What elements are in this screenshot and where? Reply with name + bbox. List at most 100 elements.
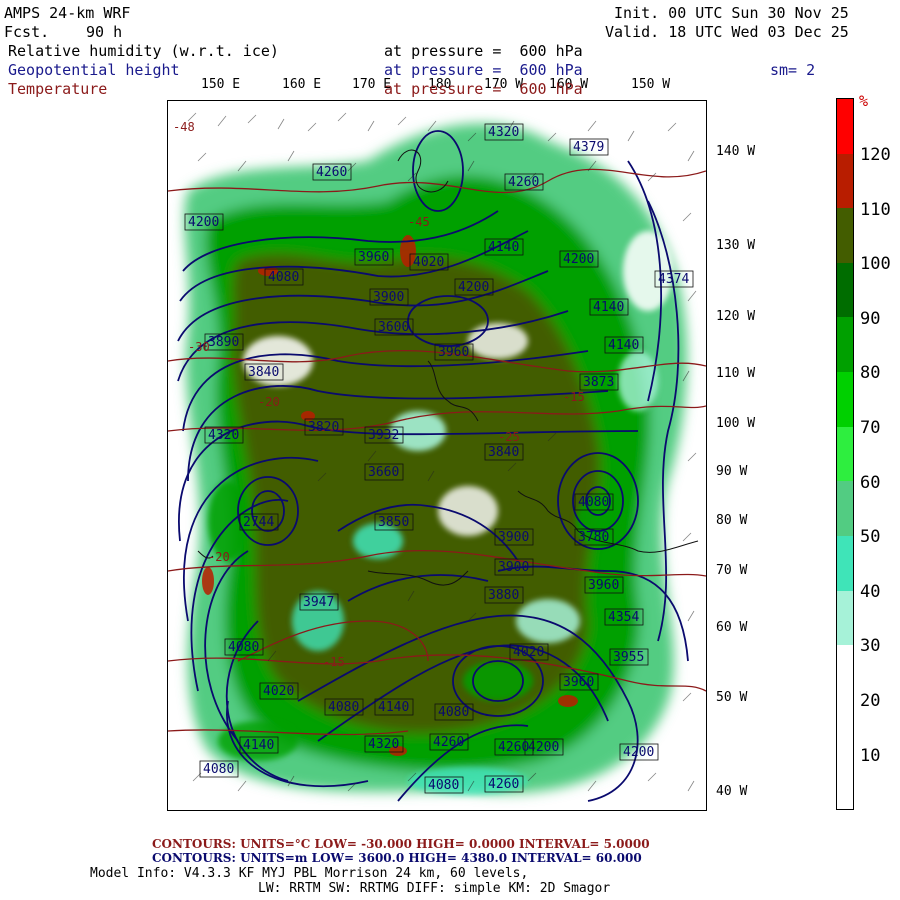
lat-label: 60 W bbox=[716, 620, 748, 635]
lat-label: 70 W bbox=[716, 563, 748, 578]
lat-label: 40 W bbox=[716, 784, 748, 799]
height-label: 4320 bbox=[208, 428, 239, 443]
height-label: 2744 bbox=[243, 515, 274, 530]
field-temp-name: Temperature bbox=[8, 80, 108, 98]
temperature-label: -15 bbox=[563, 390, 585, 404]
height-label: 3960 bbox=[438, 345, 469, 360]
colorbar-tick-label: 120 bbox=[860, 145, 891, 165]
field-temp-level: at pressure = 600 hPa bbox=[384, 80, 583, 98]
height-label: 4140 bbox=[243, 738, 274, 753]
colorbar-unit: % bbox=[859, 92, 869, 110]
height-label: 3873 bbox=[583, 375, 614, 390]
lat-label: 50 W bbox=[716, 690, 748, 705]
temperature-label: -48 bbox=[173, 120, 195, 134]
colorbar-tick-label: 100 bbox=[860, 254, 891, 275]
height-label: 4374 bbox=[658, 272, 689, 287]
model-title: AMPS 24-km WRF bbox=[4, 4, 131, 22]
height-label: 3932 bbox=[368, 428, 399, 443]
lon-label: 160 E bbox=[282, 77, 322, 92]
forecast-label: Fcst. bbox=[4, 23, 50, 41]
height-label: 4080 bbox=[268, 270, 299, 285]
temperature-label: -45 bbox=[408, 215, 430, 229]
colorbar bbox=[836, 98, 854, 810]
height-label: 4260 bbox=[488, 777, 519, 792]
height-label: 3890 bbox=[208, 335, 239, 350]
lon-label: 150 W bbox=[631, 77, 671, 92]
height-label: 3600 bbox=[378, 320, 409, 335]
colorbar-segment bbox=[837, 699, 853, 755]
height-label: 3900 bbox=[373, 290, 404, 305]
colorbar-segment bbox=[837, 208, 853, 263]
field-height-level: at pressure = 600 hPa bbox=[384, 61, 583, 79]
temperature-label: -25 bbox=[498, 430, 520, 444]
height-label: 4140 bbox=[488, 240, 519, 255]
colorbar-segment bbox=[837, 372, 853, 427]
height-label: 4140 bbox=[593, 300, 624, 315]
height-label: 4080 bbox=[328, 700, 359, 715]
temperature-label: -30 bbox=[188, 340, 210, 354]
height-label: 3780 bbox=[578, 530, 609, 545]
height-label: 3850 bbox=[378, 515, 409, 530]
height-label: 4080 bbox=[228, 640, 259, 655]
height-label: 4140 bbox=[608, 338, 639, 353]
forecast-hour: 90 h bbox=[86, 23, 123, 41]
field-rh-name: Relative humidity (w.r.t. ice) bbox=[8, 42, 279, 60]
field-height-name: Geopotential height bbox=[8, 61, 180, 79]
height-label: 3900 bbox=[498, 530, 529, 545]
height-label: 4260 bbox=[498, 740, 529, 755]
lat-label: 120 W bbox=[716, 309, 756, 324]
colorbar-segment bbox=[837, 262, 853, 318]
colorbar-segment bbox=[837, 645, 853, 700]
colorbar-segment bbox=[837, 754, 853, 809]
colorbar-tick-label: 80 bbox=[860, 363, 881, 384]
colorbar-segment bbox=[837, 153, 853, 209]
lon-label: 150 E bbox=[201, 77, 241, 92]
colorbar-tick-label: 10 bbox=[860, 745, 881, 766]
height-label: 3840 bbox=[248, 365, 279, 380]
colorbar-tick-label: 90 bbox=[860, 308, 881, 329]
field-rh-level: at pressure = 600 hPa bbox=[384, 42, 583, 60]
lat-label: 130 W bbox=[716, 238, 756, 253]
colorbar-segment bbox=[837, 481, 853, 536]
footer-model-info: Model Info: V4.3.3 KF MYJ PBL Morrison 2… bbox=[90, 866, 529, 881]
height-label: 4140 bbox=[378, 700, 409, 715]
colorbar-tick-label: 60 bbox=[860, 472, 881, 493]
height-label: 3960 bbox=[563, 675, 594, 690]
height-label: 4200 bbox=[458, 280, 489, 295]
lat-label: 80 W bbox=[716, 513, 748, 528]
height-label: 3947 bbox=[303, 595, 334, 610]
height-label: 4260 bbox=[316, 165, 347, 180]
height-label: 4200 bbox=[623, 745, 654, 760]
rh-field-map: 4320 4379 4260 4260 4200 4140 4020 4200 4374 4080… bbox=[168, 112, 706, 802]
footer-temp-contours: CONTOURS: UNITS=°C LOW= -30.000 HIGH= 0.… bbox=[152, 837, 650, 851]
colorbar-tick-label: 30 bbox=[860, 636, 881, 657]
colorbar-tick-label: 50 bbox=[860, 527, 881, 548]
height-label: 3880 bbox=[488, 588, 519, 603]
height-label: 4354 bbox=[608, 610, 639, 625]
footer-model-physics: LW: RRTM SW: RRTMG DIFF: simple KM: 2D S… bbox=[258, 881, 611, 896]
height-label: 4020 bbox=[413, 255, 444, 270]
height-label: 3840 bbox=[488, 445, 519, 460]
temperature-label: -15 bbox=[323, 655, 345, 669]
valid-time: Valid. 18 UTC Wed 03 Dec 25 bbox=[605, 23, 849, 41]
height-label: 3960 bbox=[588, 578, 619, 593]
colorbar-tick-label: 40 bbox=[860, 581, 881, 602]
height-label: 4200 bbox=[563, 252, 594, 267]
height-label: 4020 bbox=[513, 645, 544, 660]
height-label: 4200 bbox=[188, 215, 219, 230]
lat-label: 100 W bbox=[716, 416, 756, 431]
colorbar-segment bbox=[837, 317, 853, 373]
height-label: 4320 bbox=[368, 737, 399, 752]
lat-label: 90 W bbox=[716, 464, 748, 479]
colorbar-segment bbox=[837, 99, 853, 154]
height-label: 3900 bbox=[498, 560, 529, 575]
colorbar-tick-label: 70 bbox=[860, 418, 881, 438]
height-label: 3820 bbox=[308, 420, 339, 435]
height-label: 4080 bbox=[578, 495, 609, 510]
colorbar-segment bbox=[837, 426, 853, 482]
smoothing-label: sm= 2 bbox=[770, 61, 816, 79]
temperature-label: -20 bbox=[258, 395, 280, 409]
lat-label: 110 W bbox=[716, 366, 756, 381]
temperature-label: -20 bbox=[208, 550, 230, 564]
height-label: 4020 bbox=[263, 684, 294, 699]
